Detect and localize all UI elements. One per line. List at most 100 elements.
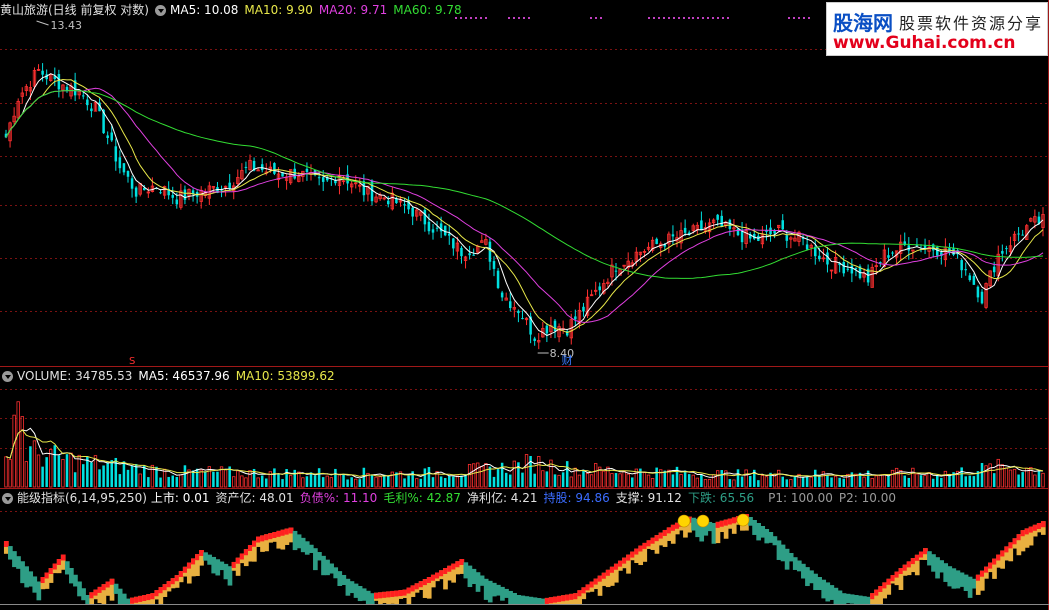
indicator-edge — [48, 568, 54, 574]
volume-bar — [476, 462, 480, 488]
dropdown-icon[interactable] — [2, 370, 13, 382]
indicator-band — [8, 546, 13, 560]
indicator-edge — [178, 571, 184, 577]
volume-bar — [984, 465, 988, 488]
volume-bar — [448, 475, 451, 487]
indicator-band — [939, 560, 944, 573]
candle-body — [134, 187, 138, 197]
volume-bar — [162, 468, 167, 488]
volume-bar — [614, 473, 618, 487]
candle-body — [972, 275, 976, 285]
volume-bar — [992, 473, 996, 487]
indicator-band — [223, 563, 229, 580]
indicator-edge — [1012, 538, 1018, 545]
volume-bar — [1041, 472, 1045, 488]
indicator-edge — [418, 581, 424, 588]
indicator-band — [16, 556, 21, 569]
volume-bar — [878, 474, 882, 488]
volume-bar — [273, 468, 276, 487]
indicator-edge — [666, 527, 672, 534]
candle-body — [509, 301, 512, 308]
dropdown-icon[interactable] — [155, 4, 166, 16]
volume-bar — [943, 470, 948, 488]
indicator-edge — [1024, 528, 1030, 535]
indicator-band — [73, 574, 78, 587]
assets-readout: 资产亿: 48.01 — [215, 491, 294, 505]
volume-bar — [818, 475, 821, 487]
volume-bar — [354, 478, 358, 488]
indicator-band — [935, 557, 940, 579]
candle-body — [683, 227, 687, 233]
indicator-band — [207, 554, 212, 565]
volume-bar — [988, 463, 992, 488]
indicator-band — [788, 553, 794, 562]
event-dot — [712, 17, 714, 19]
volume-ma-line-ma5 — [5, 427, 1044, 479]
candle-body — [488, 241, 492, 262]
indicator-band — [357, 586, 363, 602]
indicator-edge — [906, 561, 912, 568]
logo-url: www.Guhai.com.cn — [833, 33, 1016, 53]
candle-body — [443, 225, 447, 236]
indicator-band — [540, 598, 546, 604]
indicator-edge — [597, 575, 603, 582]
candle-body — [545, 325, 549, 334]
volume-bar — [171, 475, 174, 487]
event-dot — [485, 17, 487, 19]
volume-bar — [289, 475, 293, 488]
indicator-edge — [280, 529, 286, 536]
candle-body — [260, 164, 264, 171]
indicator-edge — [898, 568, 904, 574]
indicator-edge — [443, 568, 448, 574]
indicator-band — [711, 523, 717, 544]
indicator-edge — [191, 558, 196, 565]
indicator-band — [780, 544, 786, 562]
volume-bar — [524, 454, 529, 488]
volume-bar — [541, 470, 545, 488]
indicator-edge — [552, 596, 558, 603]
volume-bar — [143, 465, 146, 487]
volume-bar — [265, 478, 268, 487]
indicator-edge — [402, 589, 408, 596]
volume-bar — [500, 462, 504, 487]
volume-bar — [683, 470, 687, 487]
candle-body — [553, 320, 557, 332]
candle-body — [968, 275, 972, 281]
volume-bar — [390, 471, 394, 488]
candle-body — [598, 286, 601, 291]
indicator-edge — [878, 586, 883, 592]
dropdown-icon[interactable] — [2, 492, 13, 504]
indicator-edge — [410, 585, 416, 592]
volume-bar — [65, 454, 69, 487]
volume-bar — [4, 456, 8, 488]
volume-bar — [1008, 469, 1013, 488]
volume-bar — [419, 478, 423, 487]
volume-bar — [472, 463, 476, 488]
candle-body — [293, 168, 296, 179]
volume-bar — [814, 469, 817, 487]
volume-bar — [350, 477, 353, 487]
indicator-edge — [138, 595, 143, 602]
volume-bar — [509, 474, 512, 487]
volume-bar — [102, 465, 105, 487]
volume-bar — [972, 476, 976, 487]
candle-body — [700, 220, 703, 231]
net-readout: 净利亿: 4.21 — [466, 491, 538, 505]
indicator-name: 能级指标(6,14,95,250) — [17, 491, 147, 505]
volume-bar — [20, 416, 24, 488]
indicator-edge — [390, 590, 395, 597]
volume-bar — [147, 477, 150, 487]
volume-bar — [455, 475, 460, 488]
volume-bar — [529, 456, 532, 487]
indicator-edge — [719, 520, 725, 527]
candle-body — [1021, 234, 1024, 236]
volume-bar — [639, 468, 642, 487]
candle-body — [887, 255, 890, 258]
candle-body — [992, 266, 996, 273]
moving-average-layer — [5, 73, 1044, 337]
volume-bar — [175, 476, 179, 487]
candle-body — [41, 70, 44, 75]
indicator-band — [121, 593, 127, 604]
volume-bar — [41, 466, 44, 487]
volume-bar — [996, 458, 1000, 488]
